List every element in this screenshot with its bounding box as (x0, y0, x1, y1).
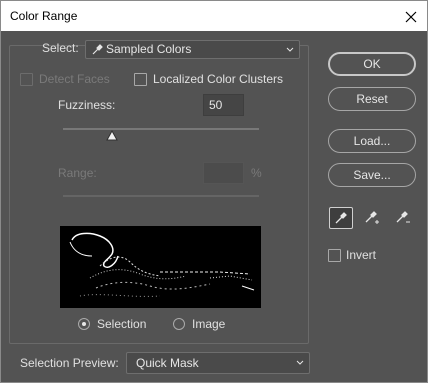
localized-color-clusters-checkbox[interactable] (134, 73, 147, 86)
selection-preview-image (60, 226, 261, 308)
eyedropper-minus-icon (396, 211, 410, 223)
eyedropper-icon (92, 44, 103, 55)
range-slider-track[interactable] (63, 195, 259, 197)
save-button[interactable]: Save... (328, 163, 416, 187)
fuzziness-label: Fuzziness: (58, 98, 116, 112)
subtract-from-sample-tool[interactable] (391, 207, 415, 229)
select-dropdown[interactable]: Sampled Colors (85, 40, 300, 59)
add-to-sample-tool[interactable] (360, 207, 384, 229)
chevron-down-icon (286, 47, 294, 52)
load-button[interactable]: Load... (328, 129, 416, 153)
close-button[interactable] (395, 1, 427, 32)
ok-button[interactable]: OK (328, 52, 416, 76)
detect-faces-label: Detect Faces (39, 72, 110, 86)
eyedropper-plus-icon (365, 211, 379, 224)
selection-preview-label: Selection Preview: (20, 356, 119, 370)
invert-label: Invert (346, 248, 377, 262)
range-unit: % (251, 166, 262, 180)
select-label: Select: (42, 41, 79, 55)
select-value: Sampled Colors (106, 42, 192, 56)
range-input[interactable] (203, 162, 244, 184)
detect-faces-checkbox[interactable] (20, 73, 33, 86)
selection-radio-label: Selection (97, 317, 147, 331)
eyedropper-tool[interactable] (329, 207, 353, 229)
selection-preview-value: Quick Mask (136, 356, 199, 370)
fuzziness-input[interactable]: 50 (203, 94, 244, 116)
close-icon (405, 11, 417, 22)
chevron-down-icon (296, 360, 304, 365)
image-radio-label: Image (192, 317, 226, 331)
reset-button[interactable]: Reset (328, 87, 416, 111)
eyedropper-icon (335, 212, 347, 224)
range-label: Range: (58, 166, 97, 180)
selection-preview-dropdown[interactable]: Quick Mask (126, 352, 310, 374)
title-bar: Color Range (0, 0, 428, 31)
selection-radio[interactable] (78, 318, 90, 330)
fuzziness-slider-thumb[interactable] (106, 130, 118, 142)
invert-checkbox[interactable] (328, 249, 341, 262)
image-radio[interactable] (173, 318, 185, 330)
window-title: Color Range (10, 9, 78, 23)
fuzziness-slider-track[interactable] (63, 128, 259, 130)
localized-color-clusters-label: Localized Color Clusters (153, 72, 284, 86)
